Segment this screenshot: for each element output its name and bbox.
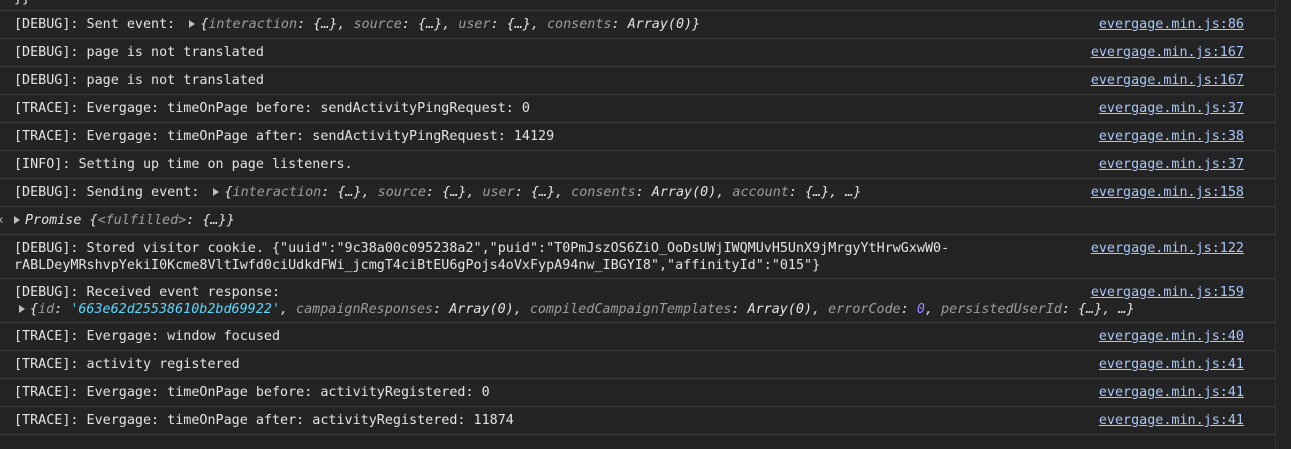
log-message: [DEBUG]: Received event response: (14, 285, 281, 300)
log-message: [DEBUG]: Stored visitor cookie. {"uuid":… (14, 241, 950, 256)
source-link[interactable]: evergage.min.js:40 (1099, 328, 1244, 345)
source-link[interactable]: evergage.min.js:37 (1099, 100, 1244, 117)
log-message: [DEBUG]: page is not translated (14, 45, 264, 60)
console-row: [TRACE]: activity registered evergage.mi… (0, 351, 1276, 379)
log-message: [TRACE]: Evergage: timeOnPage before: se… (14, 101, 530, 116)
source-link[interactable]: evergage.min.js:37 (1099, 156, 1244, 173)
log-message: [TRACE]: Evergage: window focused (14, 329, 281, 344)
promise-preview[interactable]: Promise {<fulfilled>: {…}} (25, 213, 235, 228)
console-row: [DEBUG]: page is not translated evergage… (0, 67, 1276, 95)
source-link[interactable]: evergage.min.js:159 (1091, 284, 1244, 301)
source-link[interactable]: evergage.min.js:41 (1099, 412, 1244, 429)
console-row: [DEBUG]: Sent event: {interaction: {…}, … (0, 11, 1276, 39)
expand-triangle-icon[interactable] (14, 216, 20, 224)
console-row: [TRACE]: Evergage: timeOnPage before: se… (0, 95, 1276, 123)
log-message: [TRACE]: Evergage: timeOnPage after: sen… (14, 129, 555, 144)
expand-triangle-icon[interactable] (213, 188, 220, 196)
source-link[interactable]: evergage.min.js:122 (1091, 240, 1244, 257)
source-link[interactable]: evergage.min.js:41 (1099, 356, 1244, 373)
console-row: [TRACE]: Evergage: timeOnPage after: sen… (0, 123, 1276, 151)
eval-result-icon: ‹ (0, 212, 5, 229)
source-link[interactable]: evergage.min.js:167 (1091, 44, 1244, 61)
console-row-fragment: }} (0, 0, 1276, 11)
console-row: [INFO]: Setting up time on page listener… (0, 151, 1276, 179)
log-message-continued: rABLDeyMRshvpYekiI0Kcme8VltIwfd0ciUdkdFW… (14, 258, 821, 273)
object-preview[interactable]: {interaction: {…}, source: {…}, user: {…… (224, 185, 861, 200)
expand-triangle-icon[interactable] (19, 305, 25, 313)
console-row: [DEBUG]: Stored visitor cookie. {"uuid":… (0, 235, 1276, 279)
log-message: [DEBUG]: page is not translated (14, 73, 264, 88)
expand-triangle-icon[interactable] (189, 20, 196, 28)
object-preview[interactable]: {id: '663e62d25538610b2bd69922', campaig… (30, 302, 1135, 317)
log-prefix: [DEBUG]: Sending event: (14, 185, 208, 200)
console-row: [TRACE]: Evergage: timeOnPage after: act… (0, 407, 1276, 435)
source-link[interactable]: evergage.min.js:167 (1091, 72, 1244, 89)
log-message: [TRACE]: Evergage: timeOnPage before: ac… (14, 385, 490, 400)
source-link[interactable]: evergage.min.js:158 (1091, 184, 1244, 201)
source-link[interactable]: evergage.min.js:41 (1099, 384, 1244, 401)
console-log-panel: }} [DEBUG]: Sent event: {interaction: {…… (0, 0, 1276, 449)
log-prefix: [DEBUG]: Sent event: (14, 17, 184, 32)
console-row: [DEBUG]: Received event response: {id: '… (0, 279, 1276, 323)
console-row-eval-result: ‹ Promise {<fulfilled>: {…}} (0, 207, 1276, 235)
log-message: [TRACE]: Evergage: timeOnPage after: act… (14, 413, 514, 428)
console-row: [DEBUG]: Sending event: {interaction: {…… (0, 179, 1276, 207)
log-message: [INFO]: Setting up time on page listener… (14, 157, 353, 172)
console-row: [DEBUG]: page is not translated evergage… (0, 39, 1276, 67)
console-row: [TRACE]: Evergage: window focused everga… (0, 323, 1276, 351)
fragment-text: }} (14, 0, 30, 8)
object-preview[interactable]: {interaction: {…}, source: {…}, user: {…… (200, 17, 700, 32)
source-link[interactable]: evergage.min.js:38 (1099, 128, 1244, 145)
log-message: [TRACE]: activity registered (14, 357, 240, 372)
console-row: [TRACE]: Evergage: timeOnPage before: ac… (0, 379, 1276, 407)
source-link[interactable]: evergage.min.js:86 (1099, 16, 1244, 33)
vertical-scrollbar[interactable] (1275, 0, 1291, 449)
